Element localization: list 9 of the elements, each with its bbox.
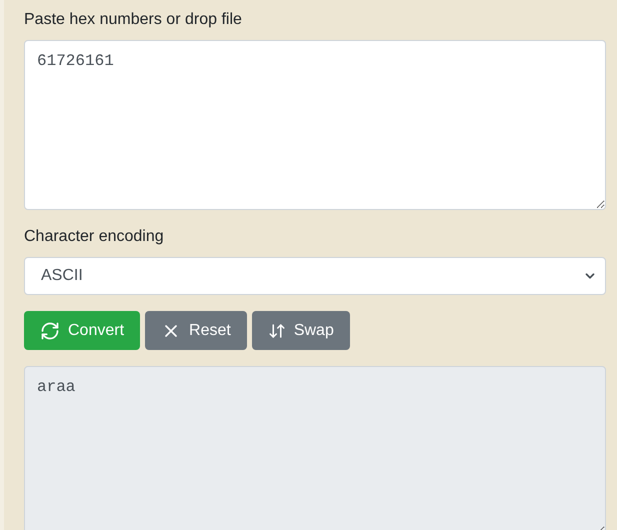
action-button[interactable]: Reset [145,311,247,350]
hex-input-field[interactable]: 61726161 [24,40,606,210]
output-field[interactable]: araa [24,366,606,530]
encoding-select[interactable]: ASCII [24,257,606,295]
refresh-icon [40,320,60,340]
encoding-label: Character encoding [24,227,165,247]
action-button[interactable]: Swap [252,311,350,350]
up-down-arrows-icon [268,322,286,340]
input-label: Paste hex numbers or drop file [24,10,243,30]
